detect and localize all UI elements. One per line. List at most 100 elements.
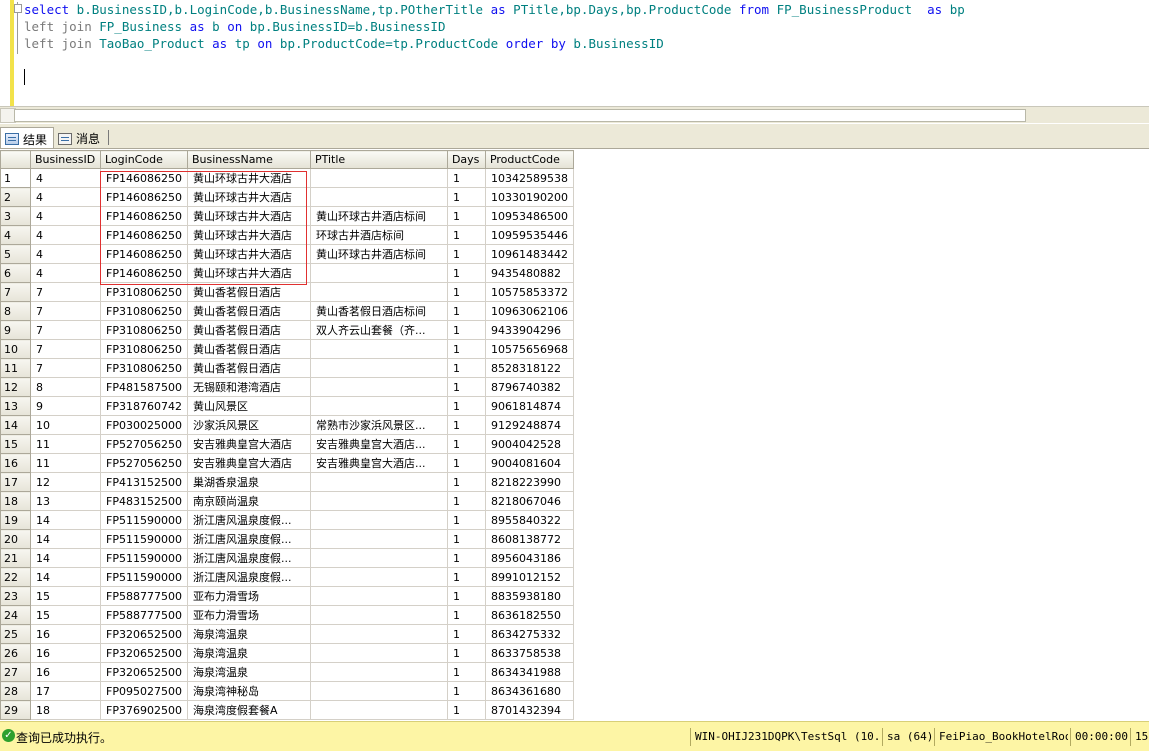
cell-businessid[interactable]: 4 [30,168,101,188]
cell-ptitle[interactable] [309,681,448,701]
cell-productcode[interactable]: 9004081604 [484,453,574,473]
cell-logincode[interactable]: FP511590000 [100,567,188,587]
table-row[interactable]: 13 9 FP318760742 黄山风景区 1 9061814874 [0,396,574,416]
cell-productcode[interactable]: 8796740382 [484,377,574,397]
cell-productcode[interactable]: 8218223990 [484,472,574,492]
table-row[interactable]: 10 7 FP310806250 黄山香茗假日酒店 1 10575656968 [0,339,574,359]
cell-businessid[interactable]: 15 [30,586,101,606]
cell-logincode[interactable]: FP511590000 [100,529,188,549]
cell-productcode[interactable]: 10330190200 [484,187,574,207]
cell-logincode[interactable]: FP318760742 [100,396,188,416]
cell-businessname[interactable]: 黄山环球古井大酒店 [186,187,311,207]
table-row[interactable]: 17 12 FP413152500 巢湖香泉温泉 1 8218223990 [0,472,574,492]
cell-businessname[interactable]: 浙江唐风温泉度假... [186,548,311,568]
cell-businessname[interactable]: 黄山环球古井大酒店 [186,168,311,188]
cell-businessname[interactable]: 无锡颐和港湾酒店 [186,377,311,397]
cell-businessid[interactable]: 7 [30,301,101,321]
cell-productcode[interactable]: 8991012152 [484,567,574,587]
row-number[interactable]: 15 [0,434,31,454]
cell-businessid[interactable]: 8 [30,377,101,397]
cell-ptitle[interactable] [309,187,448,207]
table-row[interactable]: 29 18 FP376902500 海泉湾度假套餐A 1 8701432394 [0,700,574,720]
row-number[interactable]: 4 [0,225,31,245]
table-row[interactable]: 15 11 FP527056250 安吉雅典皇宫大酒店 安吉雅典皇宫大酒店... 1 900… [0,434,574,454]
table-row[interactable]: 1 4 FP146086250 黄山环球古井大酒店 1 10342589538 [0,168,574,188]
cell-businessname[interactable]: 安吉雅典皇宫大酒店 [186,434,311,454]
cell-logincode[interactable]: FP320652500 [100,624,188,644]
cell-productcode[interactable]: 8218067046 [484,491,574,511]
cell-businessname[interactable]: 海泉湾温泉 [186,662,311,682]
cell-logincode[interactable]: FP310806250 [100,358,188,378]
cell-businessid[interactable]: 7 [30,339,101,359]
cell-businessid[interactable]: 11 [30,453,101,473]
row-number[interactable]: 20 [0,529,31,549]
cell-days[interactable]: 1 [446,472,486,492]
row-number[interactable]: 26 [0,643,31,663]
cell-ptitle[interactable] [309,586,448,606]
cell-productcode[interactable]: 9004042528 [484,434,574,454]
row-number[interactable]: 18 [0,491,31,511]
cell-businessid[interactable]: 16 [30,624,101,644]
cell-businessid[interactable]: 11 [30,434,101,454]
cell-businessid[interactable]: 4 [30,206,101,226]
cell-ptitle[interactable] [309,605,448,625]
cell-businessname[interactable]: 浙江唐风温泉度假... [186,510,311,530]
scroll-thumb[interactable] [14,109,1026,122]
cell-productcode[interactable]: 9061814874 [484,396,574,416]
cell-logincode[interactable]: FP481587500 [100,377,188,397]
cell-productcode[interactable]: 10953486500 [484,206,574,226]
cell-ptitle[interactable]: 双人齐云山套餐（齐... [309,320,448,340]
cell-logincode[interactable]: FP376902500 [100,700,188,720]
cell-businessid[interactable]: 4 [30,187,101,207]
cell-productcode[interactable]: 8835938180 [484,586,574,606]
cell-businessid[interactable]: 4 [30,225,101,245]
row-number[interactable]: 23 [0,586,31,606]
cell-businessname[interactable]: 黄山环球古井大酒店 [186,244,311,264]
cell-ptitle[interactable] [309,662,448,682]
cell-productcode[interactable]: 8701432394 [484,700,574,720]
table-row[interactable]: 21 14 FP511590000 浙江唐风温泉度假... 1 8956043186 [0,548,574,568]
cell-logincode[interactable]: FP310806250 [100,339,188,359]
cell-productcode[interactable]: 8633758538 [484,643,574,663]
cell-logincode[interactable]: FP310806250 [100,282,188,302]
cell-businessname[interactable]: 黄山香茗假日酒店 [186,282,311,302]
row-number[interactable]: 16 [0,453,31,473]
cell-businessid[interactable]: 17 [30,681,101,701]
cell-businessid[interactable]: 14 [30,529,101,549]
row-number[interactable]: 7 [0,282,31,302]
cell-productcode[interactable]: 10575853372 [484,282,574,302]
row-number[interactable]: 1 [0,168,31,188]
tab-messages[interactable]: 消息 [54,127,106,148]
cell-ptitle[interactable]: 黄山环球古井酒店标间 [309,244,448,264]
table-row[interactable]: 14 10 FP030025000 沙家浜风景区 常熟市沙家浜风景区... 1 912924… [0,415,574,435]
row-number[interactable]: 22 [0,567,31,587]
cell-days[interactable]: 1 [446,244,486,264]
cell-logincode[interactable]: FP146086250 [100,187,188,207]
cell-ptitle[interactable] [309,168,448,188]
row-number[interactable]: 2 [0,187,31,207]
cell-businessid[interactable]: 7 [30,358,101,378]
cell-logincode[interactable]: FP588777500 [100,605,188,625]
cell-businessname[interactable]: 黄山香茗假日酒店 [186,358,311,378]
cell-logincode[interactable]: FP588777500 [100,586,188,606]
cell-ptitle[interactable]: 黄山香茗假日酒店标间 [309,301,448,321]
cell-ptitle[interactable]: 常熟市沙家浜风景区... [309,415,448,435]
cell-ptitle[interactable]: 安吉雅典皇宫大酒店... [309,453,448,473]
cell-businessname[interactable]: 安吉雅典皇宫大酒店 [186,453,311,473]
cell-logincode[interactable]: FP146086250 [100,168,188,188]
cell-days[interactable]: 1 [446,643,486,663]
cell-days[interactable]: 1 [446,396,486,416]
table-row[interactable]: 9 7 FP310806250 黄山香茗假日酒店 双人齐云山套餐（齐... 1 943390… [0,320,574,340]
cell-businessid[interactable]: 7 [30,282,101,302]
cell-productcode[interactable]: 8955840322 [484,510,574,530]
cell-productcode[interactable]: 9433904296 [484,320,574,340]
table-row[interactable]: 24 15 FP588777500 亚布力滑雪场 1 8636182550 [0,605,574,625]
column-header-ptitle[interactable]: PTitle [309,150,448,169]
cell-days[interactable]: 1 [446,320,486,340]
row-number[interactable]: 11 [0,358,31,378]
cell-days[interactable]: 1 [446,453,486,473]
cell-businessname[interactable]: 黄山香茗假日酒店 [186,339,311,359]
editor-horizontal-scrollbar[interactable] [0,106,1149,123]
cell-logincode[interactable]: FP095027500 [100,681,188,701]
table-row[interactable]: 12 8 FP481587500 无锡颐和港湾酒店 1 8796740382 [0,377,574,397]
